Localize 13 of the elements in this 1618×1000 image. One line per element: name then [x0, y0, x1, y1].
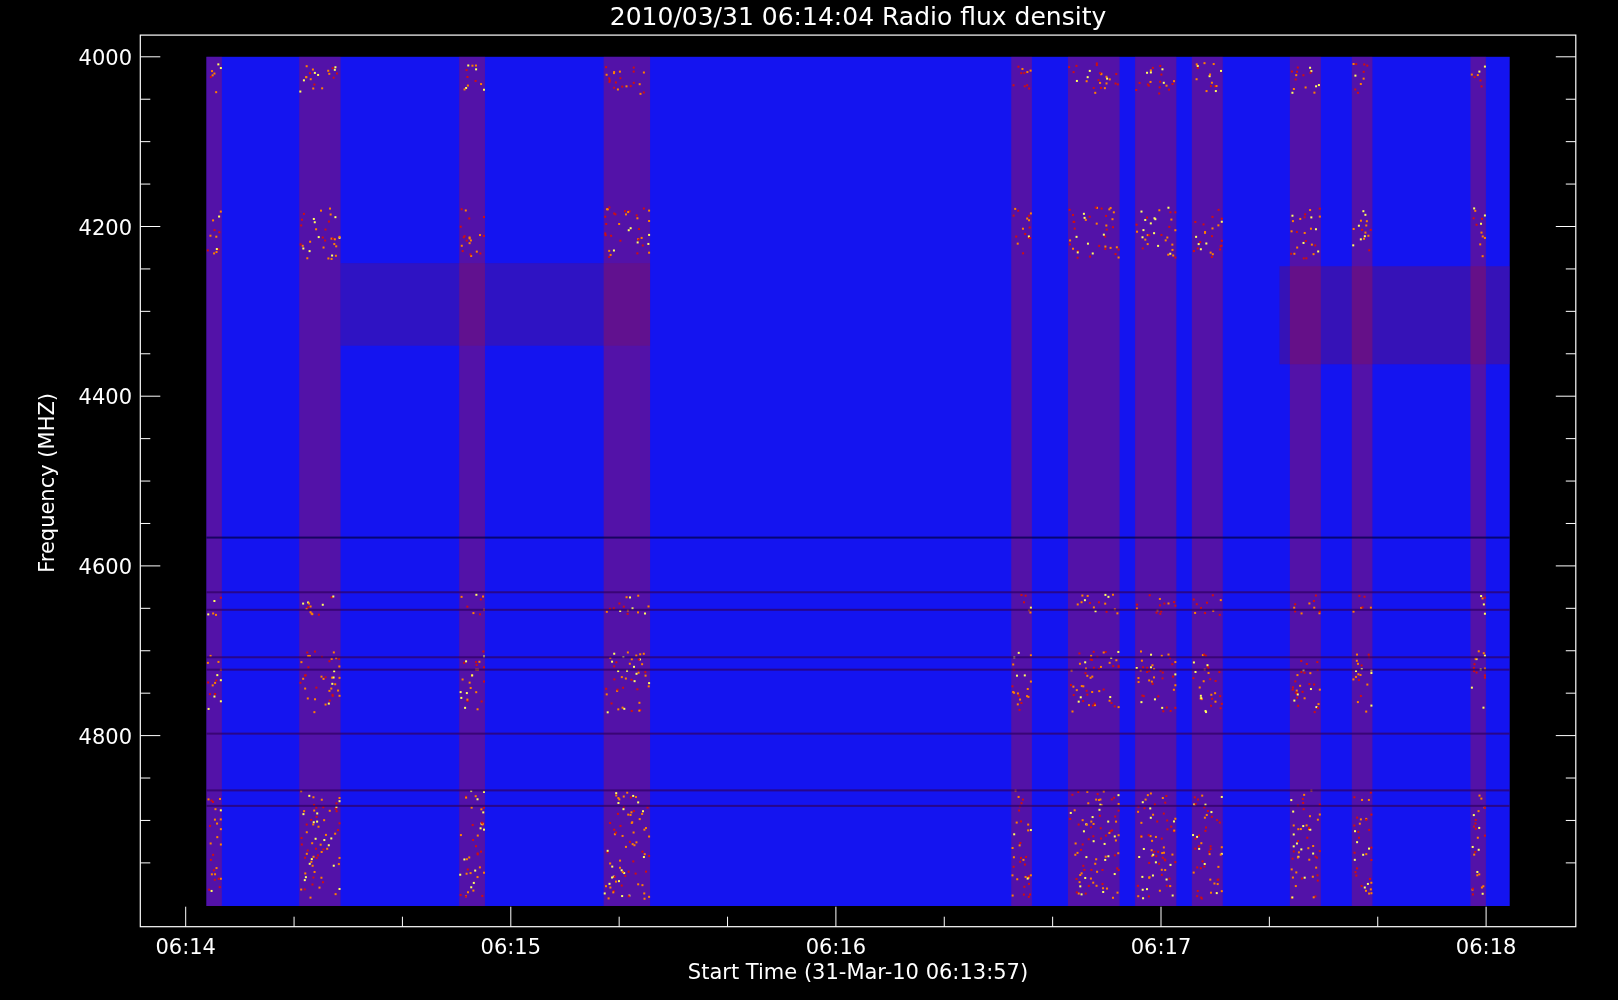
y-tick-label: 4800 — [78, 724, 132, 749]
y-tick-label: 4200 — [78, 215, 132, 240]
x-axis-label: Start Time (31-Mar-10 06:13:57) — [687, 960, 1029, 984]
y-axis-label: Frequency (MHZ) — [35, 393, 59, 573]
x-tick-label: 06:14 — [155, 935, 216, 959]
x-tick-label: 06:16 — [805, 935, 867, 959]
y-tick-label: 4400 — [78, 385, 132, 410]
x-tick-label: 06:17 — [1130, 935, 1192, 959]
chart-title: 2010/03/31 06:14:04 Radio flux density — [609, 2, 1107, 31]
y-tick-label: 4600 — [78, 554, 132, 579]
x-tick-label: 06:15 — [480, 935, 542, 959]
y-tick-label: 4000 — [78, 45, 132, 70]
x-tick-label: 06:18 — [1455, 935, 1517, 959]
